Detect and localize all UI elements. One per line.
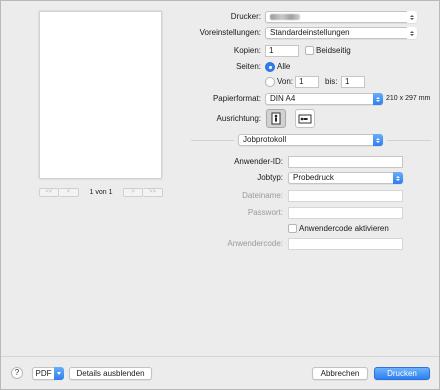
chevron-updown-icon (407, 27, 417, 39)
job-type-select[interactable]: Probedruck (288, 172, 403, 184)
user-id-label: Anwender-ID: (234, 157, 283, 166)
previous-page-button[interactable]: < (59, 188, 79, 197)
page-preview (39, 11, 162, 179)
last-page-button[interactable]: >> (143, 188, 163, 197)
print-button[interactable]: Drucken (374, 367, 430, 380)
printer-name-redacted (270, 14, 300, 20)
chevron-updown-icon (393, 172, 403, 184)
chevron-updown-icon (407, 11, 417, 23)
section-value: Jobprotokoll (243, 135, 287, 144)
duplex-checkbox[interactable] (305, 46, 314, 55)
presets-select[interactable]: Standardeinstellungen (265, 27, 417, 39)
presets-label: Voreinstellungen: (199, 28, 261, 37)
pages-label: Seiten: (236, 62, 261, 71)
presets-value: Standardeinstellungen (270, 28, 350, 37)
chevron-updown-icon (373, 134, 383, 146)
section-select[interactable]: Jobprotokoll (238, 134, 383, 146)
landscape-icon (298, 114, 312, 123)
cancel-button[interactable]: Abbrechen (312, 367, 368, 380)
pages-from-input[interactable]: 1 (295, 76, 319, 88)
footer-separator (1, 356, 439, 357)
pages-to-label: bis: (325, 77, 338, 86)
chevron-updown-icon (373, 93, 383, 105)
usercode-input[interactable] (288, 238, 403, 250)
print-dialog: << < 1 von 1 > >> Drucker: Voreinstellun… (0, 0, 440, 390)
orientation-label: Ausrichtung: (216, 114, 261, 123)
paper-size-select[interactable]: DIN A4 (265, 93, 383, 105)
usercode-checkbox[interactable] (288, 224, 297, 233)
printer-label: Drucker: (230, 12, 261, 21)
copies-label: Kopien: (233, 46, 261, 55)
copies-input[interactable]: 1 (265, 45, 299, 57)
printer-select[interactable] (265, 11, 417, 23)
duplex-label: Beidseitig (316, 46, 351, 55)
usercode-checkbox-label: Anwendercode aktivieren (299, 224, 389, 233)
pdf-menu-chevron-icon[interactable] (54, 367, 64, 380)
paper-dimensions: 210 x 297 mm (386, 95, 431, 102)
portrait-icon (271, 112, 281, 125)
pages-all-radio[interactable] (265, 62, 275, 72)
help-button[interactable]: ? (11, 367, 23, 379)
usercode-label: Anwendercode: (227, 239, 283, 248)
pages-to-input[interactable]: 1 (341, 76, 365, 88)
password-input[interactable] (288, 207, 403, 219)
section-separator-left (191, 140, 234, 141)
section-separator-right (387, 140, 431, 141)
password-label: Passwort: (247, 208, 283, 217)
paper-size-value: DIN A4 (270, 94, 296, 103)
pdf-button[interactable]: PDF (32, 367, 55, 380)
pages-all-label: Alle (277, 62, 291, 71)
landscape-orientation-button[interactable] (295, 109, 315, 128)
user-id-input[interactable] (288, 156, 403, 168)
job-type-value: Probedruck (293, 173, 334, 182)
first-page-button[interactable]: << (39, 188, 59, 197)
filename-label: Dateiname: (242, 191, 283, 200)
next-page-button[interactable]: > (123, 188, 143, 197)
pages-range-radio[interactable] (265, 77, 275, 87)
hide-details-button[interactable]: Details ausblenden (69, 367, 152, 380)
page-count: 1 von 1 (89, 189, 113, 196)
filename-input[interactable] (288, 190, 403, 202)
portrait-orientation-button[interactable] (266, 109, 286, 128)
paper-size-label: Papierformat: (212, 94, 261, 103)
job-type-label: Jobtyp: (257, 173, 283, 182)
pages-from-label: Von: (277, 77, 294, 86)
